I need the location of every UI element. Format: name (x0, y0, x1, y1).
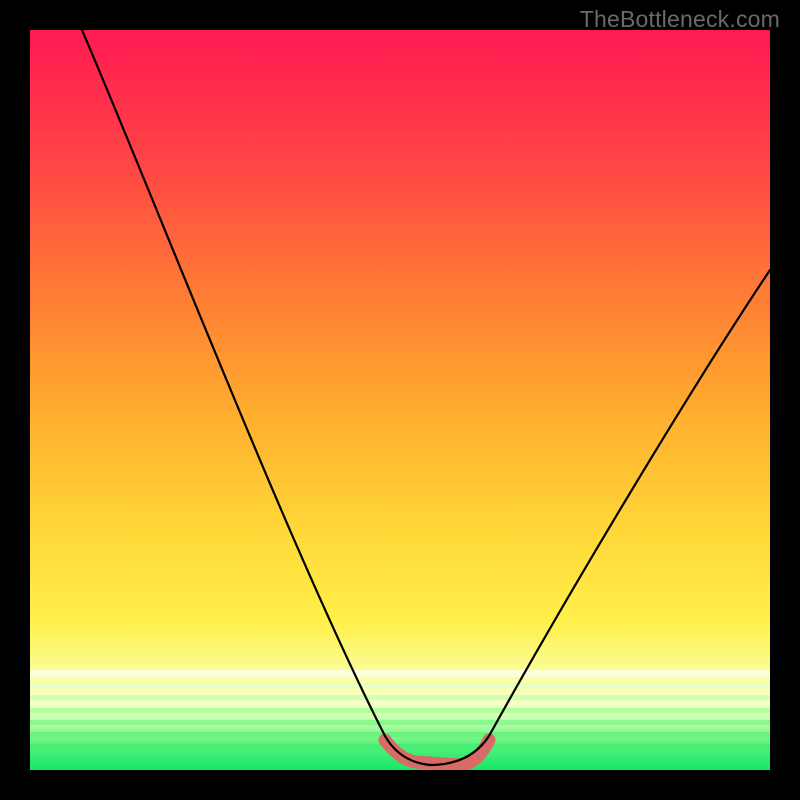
watermark-text: TheBottleneck.com (580, 6, 780, 33)
chart-frame: TheBottleneck.com (0, 0, 800, 800)
bottleneck-curve (30, 30, 770, 770)
plot-area (30, 30, 770, 770)
curve-left (82, 30, 430, 765)
curve-right (430, 270, 770, 765)
